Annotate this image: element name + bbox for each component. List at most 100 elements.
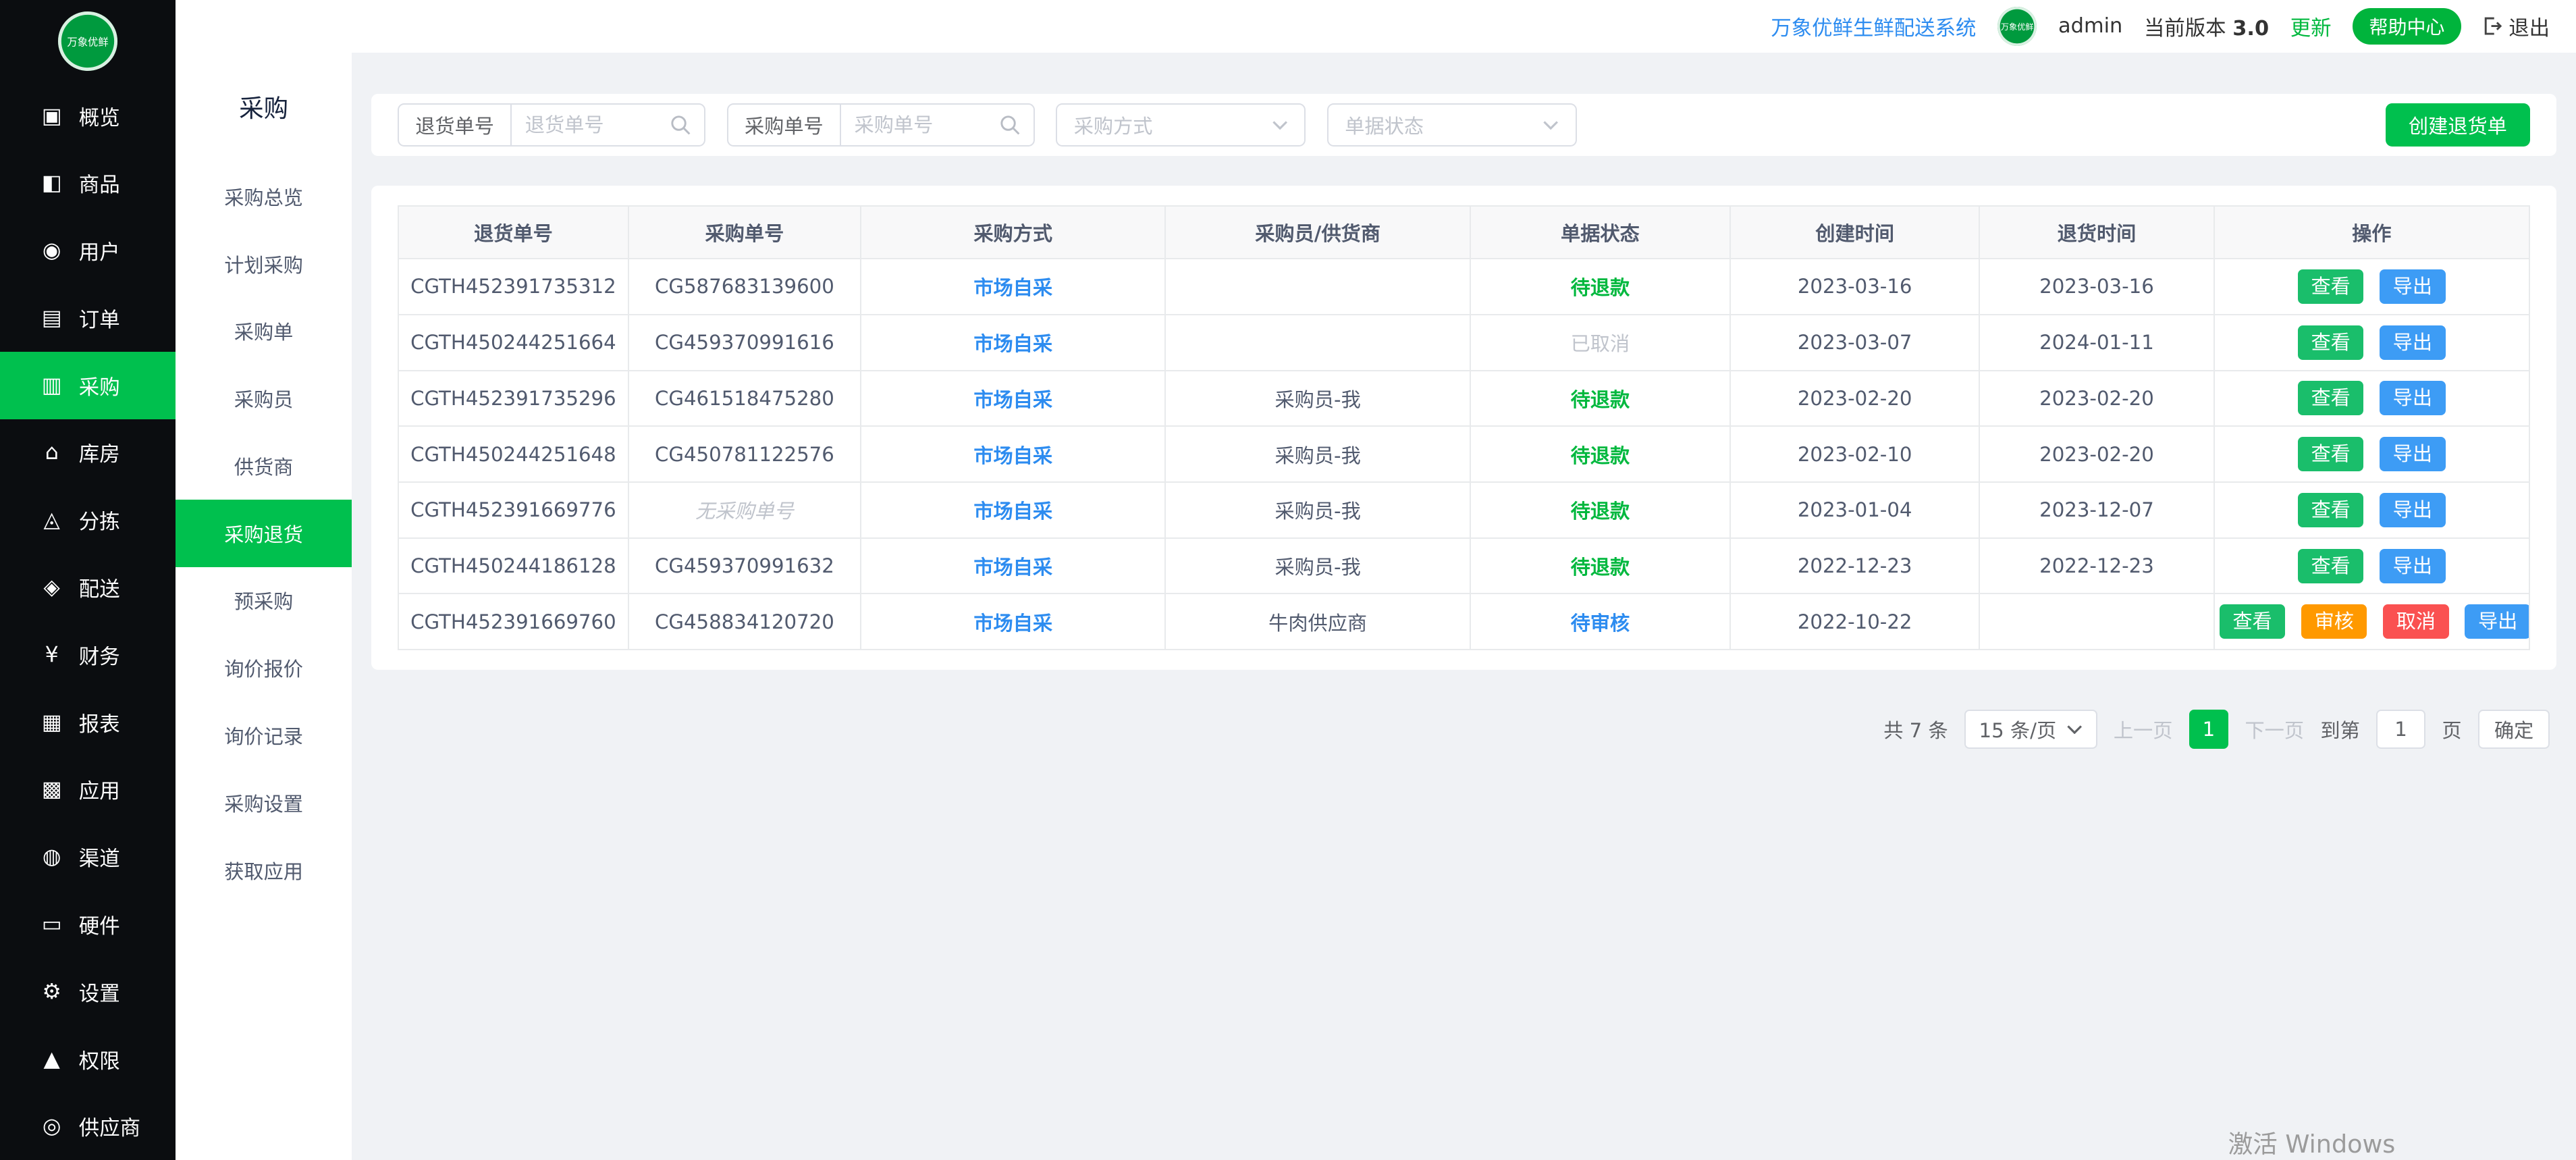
user-avatar[interactable]: 万象优鲜 (1997, 7, 2037, 46)
sidebar-item-channels[interactable]: ◍ 渠道 (0, 823, 176, 891)
purchase-type-link[interactable]: 市场自采 (973, 500, 1052, 523)
submenu-item-pre-purchase[interactable]: 预采购 (176, 567, 351, 635)
purchase-no-text: 无采购单号 (695, 500, 794, 523)
sidebar-item-suppliers[interactable]: ◎ 供应商 (0, 1092, 176, 1160)
status-select[interactable]: 单据状态 (1327, 103, 1577, 146)
table-row: CGTH452391735296 CG461518475280 市场自采 采购员… (398, 371, 2529, 427)
submenu-item-purchase-orders[interactable]: 采购单 (176, 297, 351, 365)
view-button[interactable]: 查看 (2220, 604, 2285, 639)
export-button[interactable]: 导出 (2380, 325, 2445, 360)
prev-page-button[interactable]: 上一页 (2114, 715, 2173, 743)
next-page-button[interactable]: 下一页 (2245, 715, 2305, 743)
page-size-select[interactable]: 15 条/页 (1964, 710, 2097, 749)
view-button[interactable]: 查看 (2298, 549, 2363, 583)
actions-cell: 查看 导出 (2214, 315, 2529, 371)
avatar-logo-text: 万象优鲜 (2001, 20, 2034, 32)
users-icon: ◉ (39, 238, 64, 263)
filter-bar: 退货单号 采购单号 采购方式 (371, 94, 2556, 156)
page-number-1[interactable]: 1 (2189, 710, 2228, 749)
sidebar-item-hardware[interactable]: ▭ 硬件 (0, 891, 176, 958)
submenu-item-purchasers[interactable]: 采购员 (176, 365, 351, 432)
supplier-cell (1165, 315, 1470, 371)
purchase-type-link[interactable]: 市场自采 (973, 556, 1052, 579)
export-button[interactable]: 导出 (2380, 381, 2445, 415)
username[interactable]: admin (2058, 14, 2122, 38)
returns-table: 退货单号 采购单号 采购方式 采购员/供货商 单据状态 (398, 205, 2530, 650)
page-suffix-label: 页 (2442, 715, 2461, 743)
table-header-cell: 单据状态 (1470, 206, 1730, 259)
chevron-down-icon (1542, 120, 1559, 130)
submenu-item-inquiry-quote[interactable]: 询价报价 (176, 634, 351, 702)
submenu-item-inquiry-records[interactable]: 询价记录 (176, 702, 351, 769)
app-logo[interactable]: 万象优鲜 (0, 0, 176, 82)
purchase-type-link[interactable]: 市场自采 (973, 444, 1052, 467)
sidebar-item-users[interactable]: ◉ 用户 (0, 217, 176, 284)
supplier-cell: 采购员-我 (1165, 538, 1470, 594)
sidebar-item-overview[interactable]: ▣ 概览 (0, 82, 176, 150)
export-button[interactable]: 导出 (2380, 269, 2445, 304)
table-header-cell: 采购方式 (861, 206, 1165, 259)
export-button[interactable]: 导出 (2465, 604, 2529, 639)
view-button[interactable]: 查看 (2298, 325, 2363, 360)
update-link[interactable]: 更新 (2290, 11, 2332, 41)
sidebar-item-apps[interactable]: ▩ 应用 (0, 756, 176, 823)
sidebar-item-settings[interactable]: ⚙ 设置 (0, 958, 176, 1026)
sidebar-item-sorting[interactable]: ◬ 分拣 (0, 486, 176, 554)
sidebar-item-label: 概览 (79, 101, 120, 131)
system-title-link[interactable]: 万象优鲜生鲜配送系统 (1771, 11, 1976, 41)
submenu-item-purchase-overview[interactable]: 采购总览 (176, 163, 351, 230)
submenu-item-label: 获取应用 (224, 856, 303, 885)
status-placeholder: 单据状态 (1345, 111, 1424, 139)
status-text: 待审核 (1571, 612, 1630, 635)
purchase-no-cell: CG459370991632 (628, 538, 861, 594)
search-icon[interactable] (999, 114, 1034, 136)
help-center-button[interactable]: 帮助中心 (2353, 8, 2461, 45)
purchase-type-link[interactable]: 市场自采 (973, 332, 1052, 355)
view-button[interactable]: 查看 (2298, 493, 2363, 527)
sidebar-item-reports[interactable]: ▦ 报表 (0, 689, 176, 756)
sidebar-item-purchase[interactable]: ▥ 采购 (0, 352, 176, 419)
delivery-icon: ◈ (39, 575, 64, 600)
view-button[interactable]: 查看 (2298, 269, 2363, 304)
purchase-no-cell: CG461518475280 (628, 371, 861, 427)
table-header-cell: 操作 (2214, 206, 2529, 259)
table-header-cell: 采购单号 (628, 206, 861, 259)
status-cell: 待退款 (1470, 538, 1730, 594)
chevron-down-icon (2066, 724, 2083, 735)
purchase-type-link[interactable]: 市场自采 (973, 276, 1052, 299)
sidebar-item-orders[interactable]: ▤ 订单 (0, 284, 176, 352)
purchase-no-text: CG458834120720 (655, 610, 834, 633)
submenu-item-label: 采购单 (234, 317, 294, 345)
submenu-item-planned-purchase[interactable]: 计划采购 (176, 230, 351, 298)
purchase-type-link[interactable]: 市场自采 (973, 388, 1052, 411)
purchase-type-cell: 市场自采 (861, 482, 1165, 538)
export-button[interactable]: 导出 (2380, 437, 2445, 471)
view-button[interactable]: 查看 (2298, 381, 2363, 415)
cancel-button[interactable]: 取消 (2383, 604, 2448, 639)
submenu-item-purchase-settings[interactable]: 采购设置 (176, 769, 351, 837)
sidebar-item-label: 用户 (79, 236, 120, 265)
logout-button[interactable]: 退出 (2482, 11, 2550, 41)
sidebar-item-delivery[interactable]: ◈ 配送 (0, 554, 176, 621)
export-button[interactable]: 导出 (2380, 549, 2445, 583)
search-icon[interactable] (670, 114, 704, 136)
confirm-button[interactable]: 确定 (2478, 710, 2550, 749)
sidebar-item-permissions[interactable]: ▲ 权限 (0, 1026, 176, 1093)
return-no-input[interactable] (512, 113, 670, 136)
table-row: CGTH452391669776 无采购单号 市场自采 采购员-我 (398, 482, 2529, 538)
view-button[interactable]: 查看 (2298, 437, 2363, 471)
supplier-cell: 采购员-我 (1165, 482, 1470, 538)
purchase-type-link[interactable]: 市场自采 (973, 612, 1052, 635)
purchase-no-input[interactable] (841, 113, 999, 136)
submenu-item-get-app[interactable]: 获取应用 (176, 837, 351, 904)
audit-button[interactable]: 审核 (2301, 604, 2367, 639)
submenu-item-purchase-returns[interactable]: 采购退货 (176, 500, 351, 567)
sidebar-item-warehouse[interactable]: ⌂ 库房 (0, 419, 176, 487)
purchase-type-select[interactable]: 采购方式 (1056, 103, 1306, 146)
submenu-item-suppliers[interactable]: 供货商 (176, 432, 351, 500)
export-button[interactable]: 导出 (2380, 493, 2445, 527)
goto-page-input[interactable] (2376, 710, 2425, 749)
sidebar-item-goods[interactable]: ◧ 商品 (0, 149, 176, 217)
sidebar-item-finance[interactable]: ¥ 财务 (0, 621, 176, 689)
create-return-button[interactable]: 创建退货单 (2386, 103, 2530, 146)
